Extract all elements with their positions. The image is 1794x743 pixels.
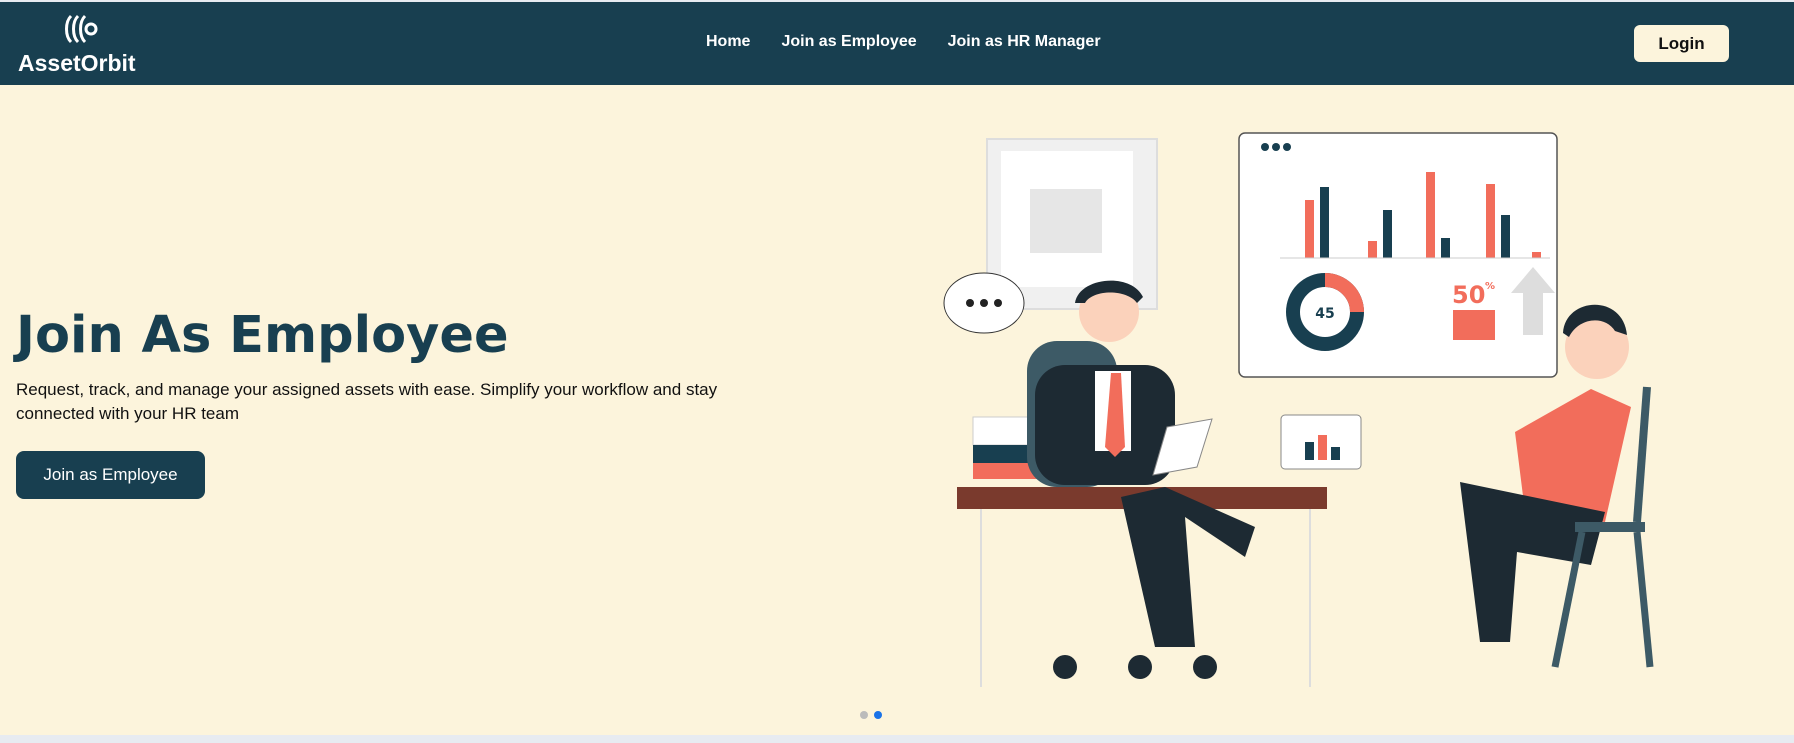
join-employee-cta-button[interactable]: Join as Employee — [16, 451, 205, 499]
login-button[interactable]: Login — [1634, 25, 1729, 62]
manager-figure — [1027, 280, 1255, 679]
hero-title: Join As Employee — [16, 306, 509, 365]
hero-section: Join As Employee Request, track, and man… — [0, 85, 1794, 735]
bottom-page-strip — [0, 735, 1794, 743]
nav-join-employee[interactable]: Join as Employee — [781, 33, 916, 51]
frame-art — [1030, 189, 1102, 253]
hero-illustration: 45 50 % — [943, 132, 1654, 687]
percent-sign: % — [1485, 281, 1495, 292]
donut-value: 45 — [1315, 306, 1334, 322]
nav-join-hr-manager[interactable]: Join as HR Manager — [948, 33, 1101, 51]
brand-name: AssetOrbit — [18, 50, 136, 76]
hero-description: Request, track, and manage your assigned… — [16, 380, 718, 423]
carousel-dots — [860, 711, 882, 719]
nav-home[interactable]: Home — [706, 33, 750, 51]
logo-mark-icon — [65, 14, 98, 44]
percent-value: 50 — [1452, 281, 1485, 309]
employee-chair — [1575, 522, 1645, 532]
carousel-dot-1[interactable] — [860, 711, 868, 719]
main-nav: Home Join as Employee Join as HR Manager — [706, 33, 1101, 51]
speech-bubble-icon — [943, 272, 1025, 334]
brand-logo[interactable]: AssetOrbit — [18, 14, 148, 76]
carousel-dot-2[interactable] — [874, 711, 882, 719]
top-navbar: AssetOrbit Home Join as Employee Join as… — [0, 2, 1794, 85]
